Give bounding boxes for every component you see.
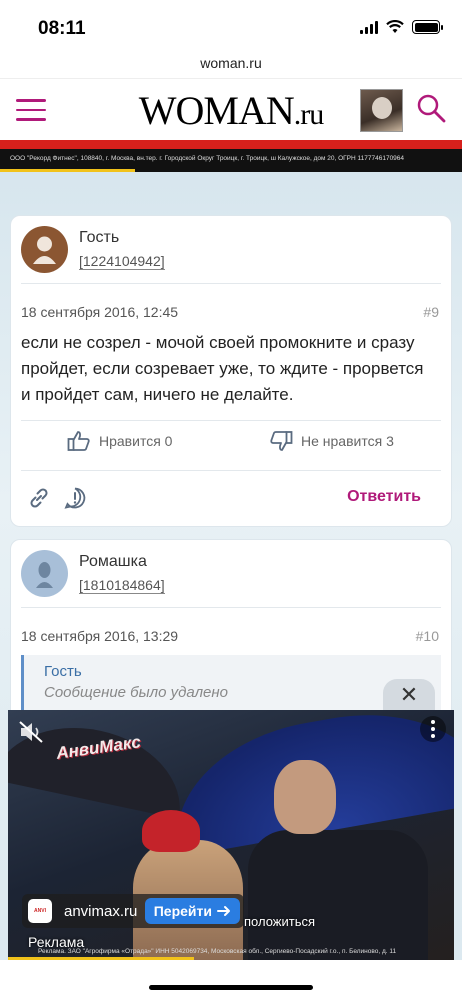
link-icon[interactable] [27, 486, 51, 510]
thumbs-up-icon [67, 431, 90, 451]
status-bar: 08:11 [0, 0, 462, 50]
ad-domain[interactable]: anvimax.ru [64, 903, 137, 920]
reply-button[interactable]: Ответить [347, 488, 421, 506]
status-icons [360, 20, 443, 34]
report-icon[interactable] [63, 486, 87, 510]
logo-main: WOMAN [138, 88, 295, 133]
comment-user-id[interactable]: 1810184864 [79, 577, 165, 594]
vote-bar: Нравится 0 Не нравится 3 [11, 430, 451, 460]
user-avatar[interactable] [360, 89, 403, 132]
wifi-icon [386, 20, 404, 33]
comment-text: если не созрел - мочой своей промокните … [21, 333, 424, 404]
search-icon[interactable] [416, 93, 446, 123]
divider [21, 283, 441, 284]
divider [21, 420, 441, 421]
more-options-icon[interactable] [420, 716, 446, 742]
user-silhouette-icon [36, 562, 53, 588]
comment-author[interactable]: Гость [79, 229, 119, 247]
go-button[interactable]: Перейти [144, 898, 240, 924]
comment-author[interactable]: Ромашка [79, 553, 147, 571]
divider [21, 470, 441, 471]
battery-icon [412, 20, 443, 34]
ad-cta-bar[interactable]: ANVI anvimax.ru Перейти [22, 894, 244, 928]
mute-icon[interactable] [18, 720, 46, 744]
thumbs-down-icon [270, 431, 293, 451]
close-icon: ✕ [399, 681, 419, 707]
status-time: 08:11 [38, 18, 86, 39]
like-count-label: Нравится 0 [99, 433, 173, 449]
banner-ad-disclaimer: ООО "Рекорд Фитнес", 108840, г. Москва, … [10, 155, 405, 162]
browser-url[interactable]: woman.ru [0, 50, 462, 78]
quote-author: Гость [44, 663, 82, 680]
user-silhouette-icon [33, 236, 56, 264]
arrow-right-icon [217, 906, 230, 916]
comment-number[interactable]: #9 [423, 304, 439, 320]
quote-text: Сообщение было удалено [44, 684, 228, 701]
cellular-signal-icon [360, 20, 378, 34]
comment-actions: Ответить [11, 482, 451, 512]
advertiser-logo: ANVI [28, 899, 52, 923]
dislike-button[interactable]: Не нравится 3 [269, 430, 394, 452]
dislike-count-label: Не нравится 3 [301, 433, 394, 449]
comment-user-id[interactable]: 1224104942 [79, 253, 165, 270]
video-ad-player[interactable]: АнвиМакс ANVI anvimax.ru Перейти положит… [8, 710, 454, 960]
go-button-label: Перейти [153, 903, 212, 919]
video-subtitle: положиться [244, 914, 316, 929]
avatar[interactable] [21, 226, 68, 273]
avatar[interactable] [21, 550, 68, 597]
comment-number[interactable]: #10 [416, 628, 439, 644]
comment-card: Гость 1224104942 18 сентября 2016, 12:45… [10, 215, 452, 527]
divider [21, 607, 441, 608]
ad-small-print: Реклама. ЗАО "Агрофирма «Отрада»" ИНН 50… [38, 948, 397, 955]
comment-date: 18 сентября 2016, 12:45 [21, 304, 179, 320]
logo-suffix: .ru [293, 98, 324, 131]
quoted-comment[interactable]: Гость Сообщение было удалено [21, 655, 441, 711]
site-header: WOMAN.ru [0, 78, 462, 140]
comment-date: 18 сентября 2016, 13:29 [21, 628, 179, 644]
close-ad-button[interactable]: ✕ [383, 679, 435, 710]
banner-ad-strip[interactable]: ООО "Рекорд Фитнес", 108840, г. Москва, … [0, 140, 462, 172]
home-indicator [0, 960, 462, 1000]
like-button[interactable]: Нравится 0 [67, 430, 172, 452]
